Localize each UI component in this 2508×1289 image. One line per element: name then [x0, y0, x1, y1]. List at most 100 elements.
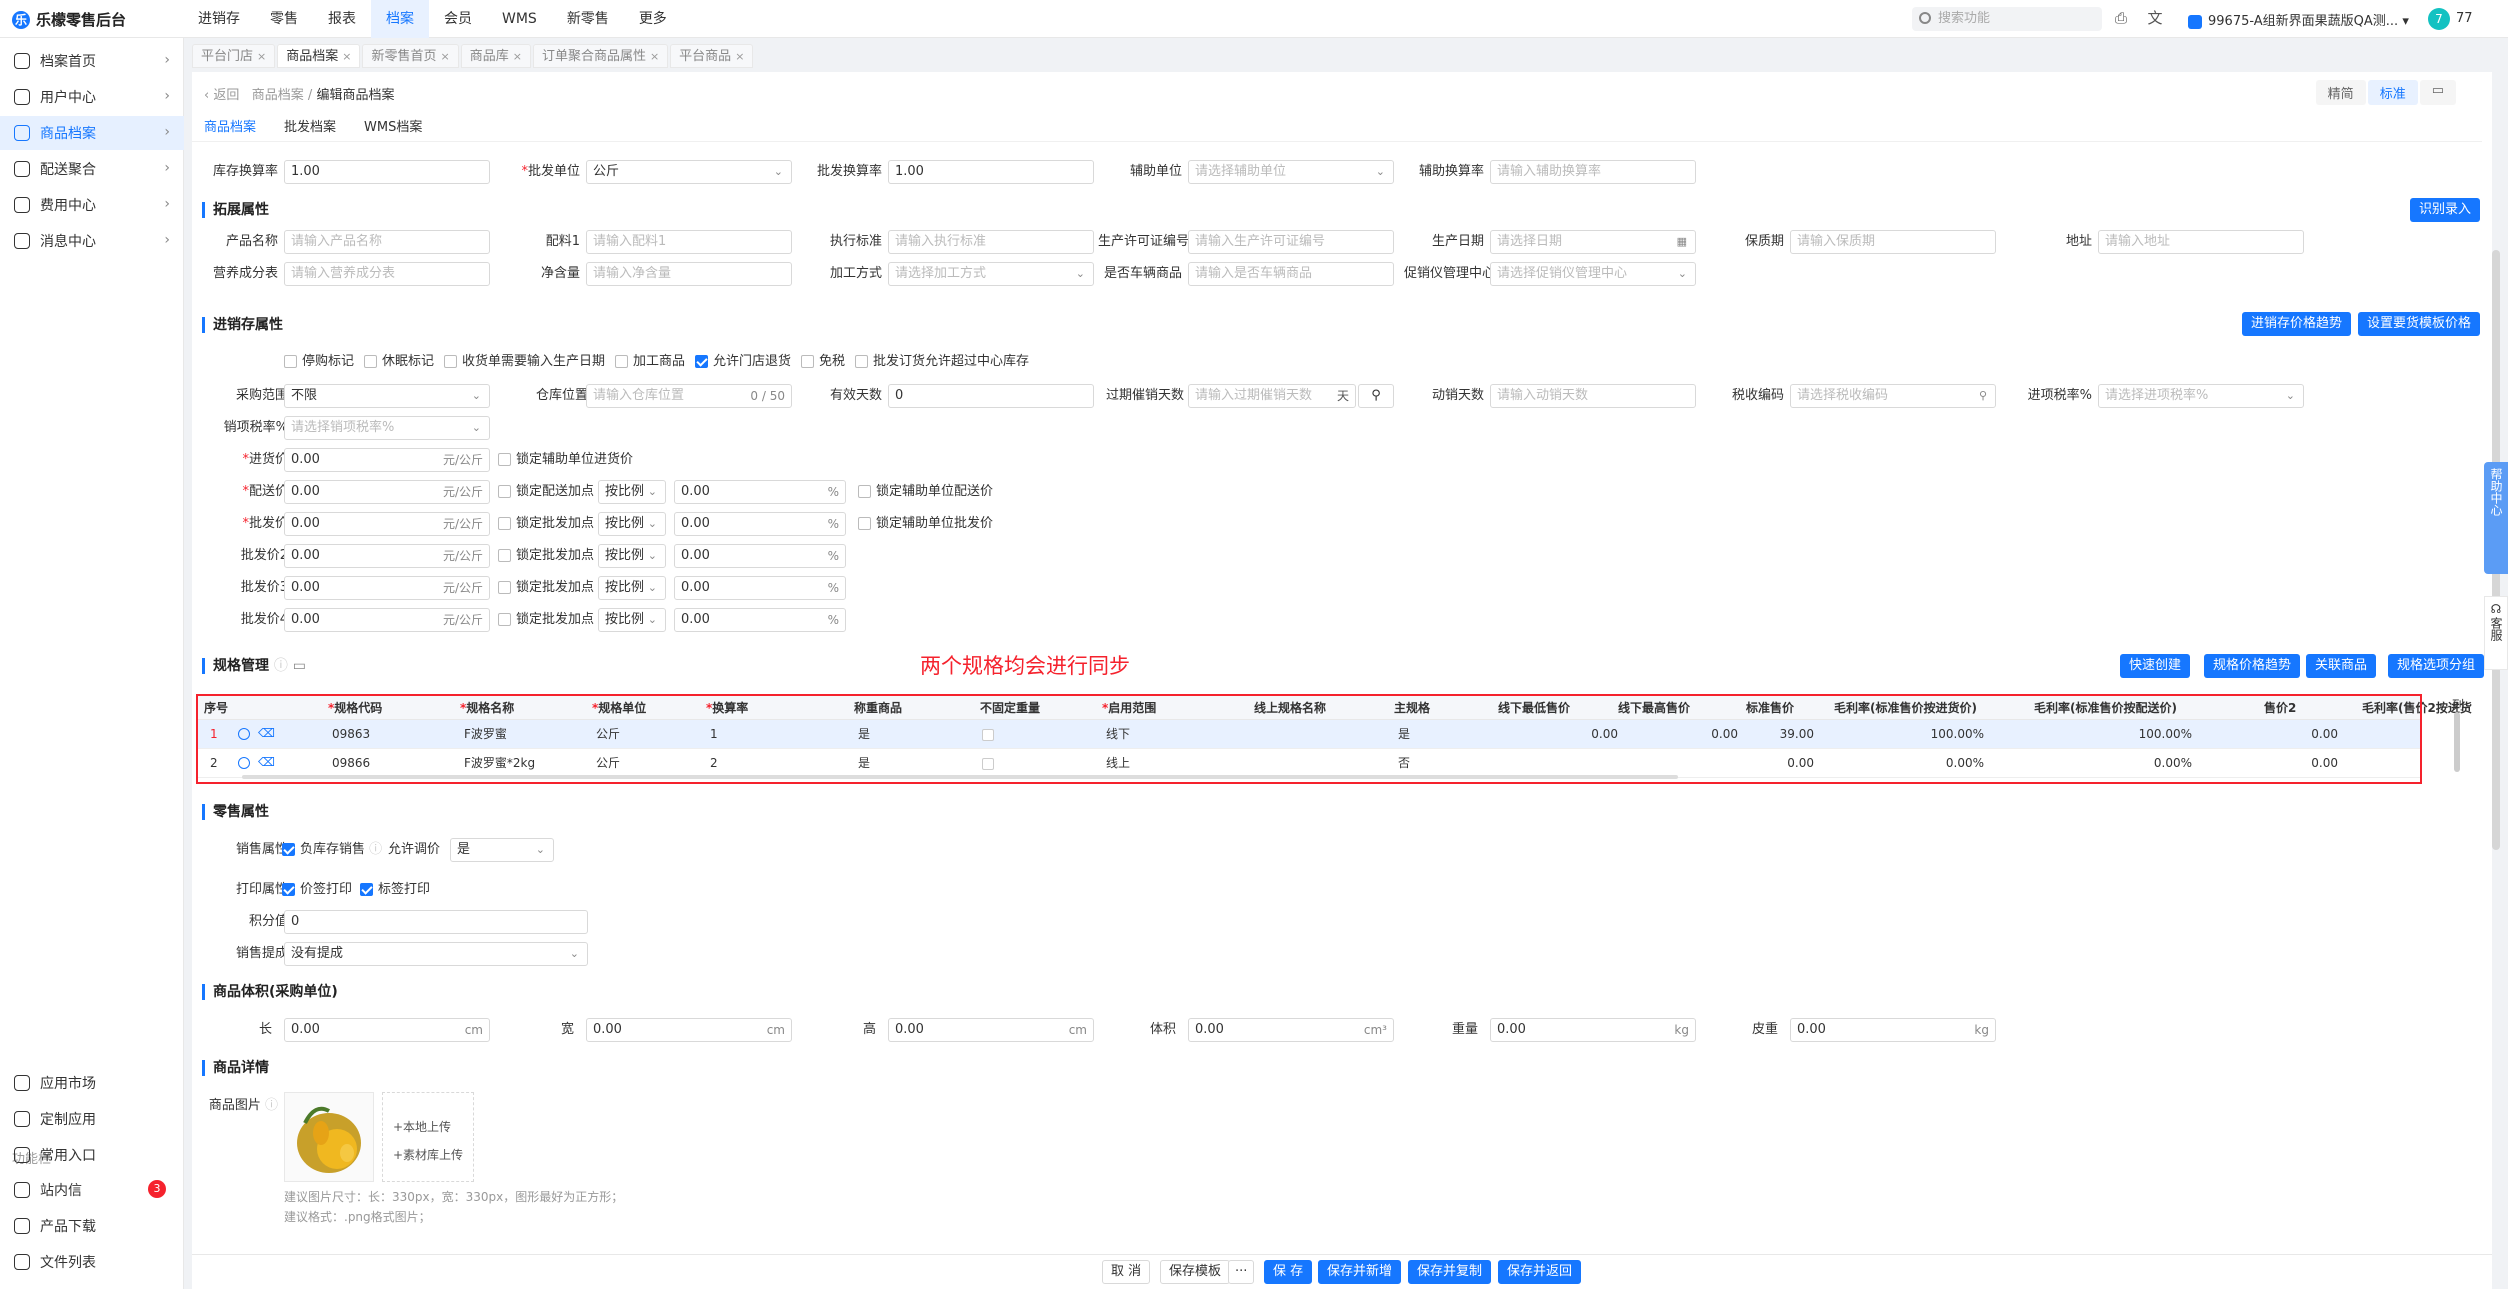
upload-local-button[interactable]: +本地上传: [393, 1113, 473, 1141]
volume-input[interactable]: 0.00 kg: [1490, 1018, 1696, 1042]
close-icon[interactable]: ×: [440, 50, 449, 63]
related-goods-button[interactable]: 关联商品: [2306, 654, 2377, 678]
price-pct-input[interactable]: 0.00%: [674, 544, 846, 568]
price-tag-checkbox[interactable]: 价签打印: [282, 880, 352, 900]
sidebar-func-item[interactable]: 站内信 3: [0, 1173, 184, 1207]
ext-field-input[interactable]: 请输入保质期: [1790, 230, 1996, 254]
inv-checkbox[interactable]: 批发订货允许超过中心库存: [855, 352, 1029, 372]
ext-field-input[interactable]: 请输入产品名称: [284, 230, 490, 254]
sidebar-item[interactable]: 档案首页 ›: [0, 44, 184, 78]
inv-checkbox[interactable]: 免税: [801, 352, 845, 372]
purchase-range-select[interactable]: 不限 ⌄: [284, 384, 490, 408]
sidebar-item[interactable]: 消息中心 ›: [0, 224, 184, 258]
back-link[interactable]: ‹ 返回: [204, 88, 239, 103]
pifa-unit-select[interactable]: 公斤 ⌄: [586, 160, 792, 184]
ext-field-input[interactable]: 请选择日期 ▦: [1490, 230, 1696, 254]
price-lock-checkbox[interactable]: 锁定配送加点: [498, 482, 594, 502]
sidebar-bottom-item[interactable]: 常用入口: [0, 1138, 184, 1172]
price-lock-checkbox[interactable]: 锁定批发加点: [498, 546, 594, 566]
kucun-input[interactable]: 1.00: [284, 160, 490, 184]
ext-field-input[interactable]: 请输入生产许可证编号: [1188, 230, 1394, 254]
sidebar-func-item[interactable]: 文件列表: [0, 1245, 184, 1279]
page-tab[interactable]: 商品档案 ×: [277, 44, 361, 68]
app-logo[interactable]: 乐 乐檬零售后台: [12, 9, 126, 30]
save-template-button[interactable]: 保存模板: [1160, 1260, 1231, 1284]
breadcrumb-parent[interactable]: 商品档案: [252, 88, 304, 103]
close-icon[interactable]: ×: [650, 50, 659, 63]
ext-field-input[interactable]: 请选择加工方式 ⌄: [888, 262, 1094, 286]
price-pct-input[interactable]: 0.00%: [674, 576, 846, 600]
close-icon[interactable]: ×: [257, 50, 266, 63]
customer-service-button[interactable]: ☊ 客服: [2484, 596, 2508, 670]
price-pct-input[interactable]: 0.00%: [674, 512, 846, 536]
price-pct-input[interactable]: 0.00%: [674, 480, 846, 504]
store-selector[interactable]: 99675-A组新界面果蔬版QA测... ▾: [2188, 10, 2409, 29]
price-lock-checkbox[interactable]: 锁定批发加点: [498, 514, 594, 534]
aux-unit-select[interactable]: 请选择辅助单位 ⌄: [1188, 160, 1394, 184]
save-button[interactable]: 保 存: [1264, 1260, 1313, 1284]
price-input[interactable]: 0.00 元/公斤: [284, 448, 490, 472]
price-lock-checkbox[interactable]: 锁定批发加点: [498, 610, 594, 630]
page-tab[interactable]: 商品库 ×: [460, 44, 531, 68]
price-adj-select[interactable]: 是 ⌄: [450, 838, 554, 862]
avatar[interactable]: 7: [2428, 8, 2450, 30]
price-mode-select[interactable]: 按比例 ⌄: [598, 576, 666, 600]
save-and-new-button[interactable]: 保存并新增: [1318, 1260, 1402, 1284]
topnav-item[interactable]: 报表: [313, 0, 371, 38]
price-mode-select[interactable]: 按比例 ⌄: [598, 608, 666, 632]
price-mode-select[interactable]: 按比例 ⌄: [598, 512, 666, 536]
points-input[interactable]: 0: [284, 910, 588, 934]
price-mode-select[interactable]: 按比例 ⌄: [598, 544, 666, 568]
inv-checkbox[interactable]: 停购标记: [284, 352, 354, 372]
inv-checkbox[interactable]: 允许门店退货: [695, 352, 791, 372]
spec-price-trend-button[interactable]: 规格价格趋势: [2204, 654, 2301, 678]
sidebar-item[interactable]: 商品档案 ›: [0, 116, 184, 150]
inv-price-trend-button[interactable]: 进销存价格趋势: [2242, 312, 2352, 336]
in-tax-select[interactable]: 请选择进项税率% ⌄: [2098, 384, 2304, 408]
quick-create-button[interactable]: 快速创建: [2120, 654, 2191, 678]
price-lock-checkbox[interactable]: 锁定辅助单位进货价: [498, 450, 633, 470]
recognize-entry-button[interactable]: 识别录入: [2410, 198, 2481, 222]
sidebar-item[interactable]: 配送聚合 ›: [0, 152, 184, 186]
page-tab[interactable]: 新零售首页 ×: [362, 44, 459, 68]
save-and-copy-button[interactable]: 保存并复制: [1408, 1260, 1492, 1284]
price-lock2-checkbox[interactable]: 锁定辅助单位配送价: [858, 482, 993, 502]
page-tab[interactable]: 平台门店 ×: [192, 44, 276, 68]
cancel-button[interactable]: 取 消: [1102, 1260, 1151, 1284]
close-icon[interactable]: ×: [735, 50, 744, 63]
upload-library-button[interactable]: +素材库上传: [393, 1141, 473, 1169]
sidebar-bottom-item[interactable]: 应用市场: [0, 1066, 184, 1100]
volume-input[interactable]: 0.00 cm: [888, 1018, 1094, 1042]
price-input[interactable]: 0.00 元/公斤: [284, 608, 490, 632]
close-icon[interactable]: ×: [513, 50, 522, 63]
printer-icon[interactable]: ⎙: [2112, 9, 2130, 27]
valid-days-input[interactable]: 0: [888, 384, 1094, 408]
price-lock-checkbox[interactable]: 锁定批发加点: [498, 578, 594, 598]
price-mode-select[interactable]: 按比例 ⌄: [598, 480, 666, 504]
layout-icon[interactable]: ▭: [2419, 80, 2456, 105]
volume-input[interactable]: 0.00 kg: [1790, 1018, 1996, 1042]
sidebar-item[interactable]: 用户中心 ›: [0, 80, 184, 114]
aux-rate-input[interactable]: 请输入辅助换算率: [1490, 160, 1696, 184]
price-input[interactable]: 0.00 元/公斤: [284, 480, 490, 504]
volume-input[interactable]: 0.00 cm: [586, 1018, 792, 1042]
topnav-item[interactable]: 更多: [624, 0, 682, 38]
translate-icon[interactable]: 文: [2146, 9, 2164, 27]
more-button[interactable]: ···: [1228, 1260, 1255, 1284]
column-setting-button[interactable]: 列: [2452, 696, 2464, 713]
volume-input[interactable]: 0.00 cm: [284, 1018, 490, 1042]
sidebar-item[interactable]: 费用中心 ›: [0, 188, 184, 222]
table-scrollbar[interactable]: [2454, 712, 2460, 772]
view-standard-button[interactable]: 标准: [2367, 80, 2418, 105]
sales-days-input[interactable]: 请输入动销天数: [1490, 384, 1696, 408]
set-template-price-button[interactable]: 设置要货模板价格: [2358, 312, 2481, 336]
ext-field-input[interactable]: 请输入营养成分表: [284, 262, 490, 286]
sidebar-bottom-item[interactable]: 定制应用: [0, 1102, 184, 1136]
close-icon[interactable]: ×: [342, 50, 351, 63]
ext-field-input[interactable]: 请输入配料1: [586, 230, 792, 254]
price-lock2-checkbox[interactable]: 锁定辅助单位批发价: [858, 514, 993, 534]
pifa-rate-input[interactable]: 1.00: [888, 160, 1094, 184]
topnav-item[interactable]: 新零售: [552, 0, 624, 38]
topnav-item[interactable]: 零售: [255, 0, 313, 38]
topnav-item[interactable]: WMS: [487, 0, 552, 38]
